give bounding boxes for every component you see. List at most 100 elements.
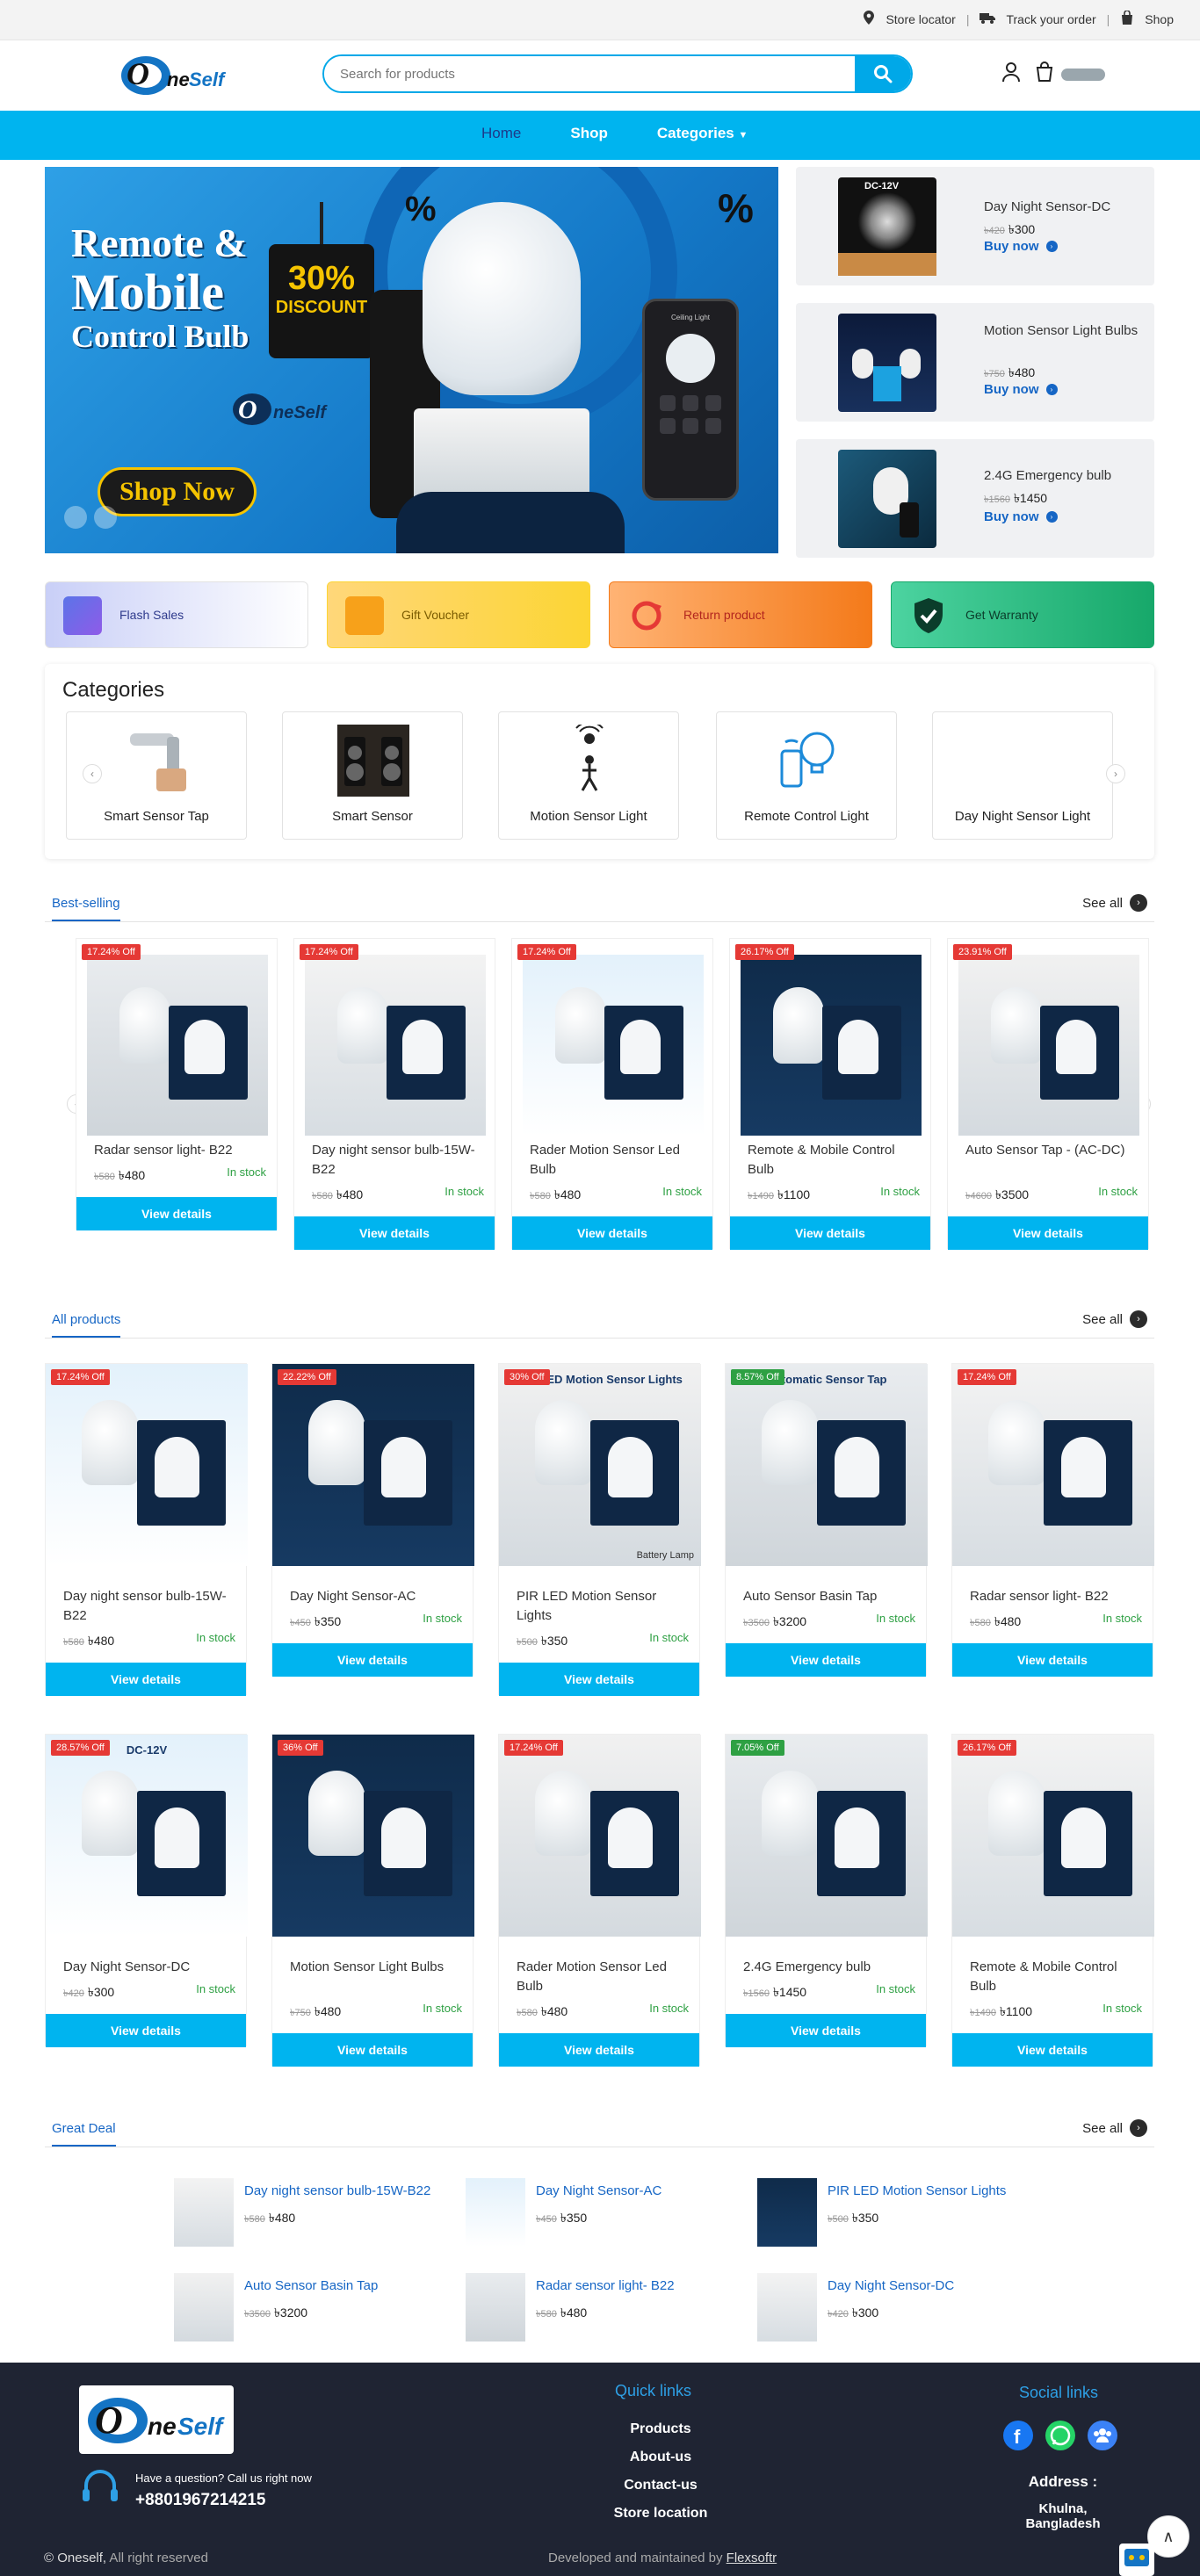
category-next-button[interactable]: › [1106, 764, 1125, 783]
arrow-right-icon: › [1045, 511, 1058, 523]
deal-item[interactable]: Day night sensor bulb-15W-B22 ৳580 ৳480 [174, 2178, 437, 2248]
product-card[interactable]: Automatic Sensor Tap 8.57% Off Auto Sens… [725, 1363, 928, 1677]
promo-flash-sales[interactable]: Flash Sales [45, 581, 308, 648]
nav-categories[interactable]: Categories ▼ [657, 125, 748, 142]
view-details-button[interactable]: View details [726, 2014, 926, 2047]
buy-now-link[interactable]: Buy now [984, 239, 1039, 254]
user-icon[interactable] [1001, 61, 1021, 87]
cart-icon[interactable] [1035, 61, 1054, 87]
category-card[interactable]: Motion Sensor Light [498, 711, 679, 840]
deal-item[interactable]: Radar sensor light- B22 ৳580 ৳480 [466, 2273, 729, 2343]
product-image [726, 1735, 928, 1937]
category-card[interactable]: Remote Control Light [716, 711, 897, 840]
section-title[interactable]: Best-selling [52, 896, 120, 921]
product-card[interactable]: 17.24% Off Radar sensor light- B22 ৳580 ৳… [951, 1363, 1154, 1677]
product-card[interactable]: 17.24% Off Rader Motion Sensor Led Bulb … [498, 1734, 701, 2067]
view-details-button[interactable]: View details [512, 1216, 712, 1250]
product-card[interactable]: 17.24% Off Radar sensor light- B22 ৳580 ৳… [76, 938, 278, 1230]
footer-link-about[interactable]: About-us [630, 2450, 691, 2464]
hero-banner[interactable]: Remote & Mobile Control Bulb 30% DISCOUN… [45, 167, 778, 553]
view-details-button[interactable]: View details [76, 1197, 277, 1230]
view-details-button[interactable]: View details [499, 1663, 699, 1696]
view-details-button[interactable]: View details [46, 1663, 246, 1696]
search-input[interactable] [324, 56, 855, 91]
view-details-button[interactable]: View details [294, 1216, 495, 1250]
whatsapp-icon[interactable] [1045, 2421, 1075, 2450]
featured-product-card[interactable]: 2.4G Emergency bulb ৳1560 ৳1450 Buy now › [796, 439, 1154, 558]
old-price: ৳580 [94, 1172, 115, 1182]
view-details-button[interactable]: View details [46, 2014, 246, 2047]
see-all-link[interactable]: See all › [1082, 894, 1147, 912]
section-title[interactable]: All products [52, 1312, 121, 1338]
discount-badge: 23.91% Off [953, 944, 1012, 960]
buy-now-link[interactable]: Buy now [984, 509, 1039, 524]
product-card[interactable]: 17.24% Off Day night sensor bulb-15W-B22… [293, 938, 495, 1250]
price: ৳1100 [999, 2004, 1033, 2018]
section-title: Categories [62, 678, 165, 702]
product-card[interactable]: 26.17% Off Remote & Mobile Control Bulb … [729, 938, 931, 1250]
footer-link-store-location[interactable]: Store location [614, 2506, 708, 2521]
featured-product-card[interactable]: Motion Sensor Light Bulbs ৳750 ৳480 Buy n… [796, 303, 1154, 422]
site-logo[interactable]: O ne Self [114, 47, 228, 100]
store-locator-link[interactable]: Store locator [886, 12, 955, 26]
product-image: DC-12V [838, 177, 936, 276]
view-details-button[interactable]: View details [948, 1216, 1148, 1250]
promo-return-product[interactable]: Return product [609, 581, 872, 648]
buy-now-link[interactable]: Buy now [984, 382, 1039, 397]
nav-shop[interactable]: Shop [570, 125, 608, 142]
tag-string [320, 202, 323, 246]
facebook-icon[interactable]: f [1003, 2421, 1033, 2450]
featured-product-card[interactable]: DC-12V Day Night Sensor-DC ৳420 ৳300 Buy … [796, 167, 1154, 285]
category-card[interactable]: Smart Sensor Tap [66, 711, 247, 840]
product-card[interactable]: 7.05% Off 2.4G Emergency bulb ৳1560 ৳1450… [725, 1734, 928, 2047]
section-title[interactable]: Great Deal [52, 2121, 116, 2147]
carousel-next-button[interactable] [94, 506, 117, 529]
see-all-link[interactable]: See all › [1082, 2119, 1147, 2137]
shop-link[interactable]: Shop [1145, 12, 1174, 26]
footer-link-contact[interactable]: Contact-us [624, 2478, 698, 2493]
caret-down-icon: ▼ [738, 130, 748, 141]
category-card[interactable]: Day Night Sensor Light [932, 711, 1113, 840]
footer-logo[interactable]: O ne Self [79, 2385, 234, 2454]
stock-status: In stock [876, 1612, 915, 1625]
product-card[interactable]: 36% Off Motion Sensor Light Bulbs ৳750 ৳4… [271, 1734, 474, 2067]
motion-sensor-icon [553, 721, 625, 797]
product-card[interactable]: 22.22% Off Day Night Sensor-AC ৳450 ৳350 … [271, 1363, 474, 1677]
product-card[interactable]: 23.91% Off Auto Sensor Tap - (AC-DC) ৳46… [947, 938, 1149, 1250]
promo-gift-voucher[interactable]: Gift Voucher [327, 581, 590, 648]
view-details-button[interactable]: View details [499, 2033, 699, 2067]
svg-text:O: O [127, 56, 149, 91]
old-price: ৳580 [530, 1191, 551, 1201]
view-details-button[interactable]: View details [272, 2033, 473, 2067]
promo-label: Gift Voucher [401, 608, 470, 622]
search-button[interactable] [855, 56, 911, 91]
deal-item[interactable]: Auto Sensor Basin Tap ৳3500 ৳3200 [174, 2273, 437, 2343]
deal-item[interactable]: PIR LED Motion Sensor Lights ৳500 ৳350 [757, 2178, 1021, 2248]
group-icon[interactable] [1088, 2421, 1117, 2450]
promo-get-warranty[interactable]: Get Warranty [891, 581, 1154, 648]
view-details-button[interactable]: View details [952, 1643, 1153, 1677]
product-card[interactable]: DC-12V 28.57% Off Day Night Sensor-DC ৳4… [45, 1734, 248, 2047]
old-price: ৳580 [536, 2309, 557, 2320]
deal-item[interactable]: Day Night Sensor-DC ৳420 ৳300 [757, 2273, 1021, 2343]
developer-link[interactable]: Flexsoftr [727, 2551, 777, 2565]
product-card[interactable]: 17.24% Off Day night sensor bulb-15W-B22… [45, 1363, 248, 1696]
view-details-button[interactable]: View details [952, 2033, 1153, 2067]
track-order-link[interactable]: Track your order [1006, 12, 1095, 26]
chat-widget-icon[interactable] [1119, 2544, 1154, 2576]
product-card[interactable]: PIR LED Motion Sensor Lights Battery Lam… [498, 1363, 701, 1696]
shop-now-button[interactable]: Shop Now [98, 467, 257, 516]
view-details-button[interactable]: View details [272, 1643, 473, 1677]
carousel-prev-button[interactable] [64, 506, 87, 529]
view-details-button[interactable]: View details [730, 1216, 930, 1250]
footer-link-products[interactable]: Products [630, 2421, 690, 2436]
product-card[interactable]: 26.17% Off Remote & Mobile Control Bulb … [951, 1734, 1154, 2067]
view-details-button[interactable]: View details [726, 1643, 926, 1677]
deal-item[interactable]: Day Night Sensor-AC ৳450 ৳350 [466, 2178, 729, 2248]
product-card[interactable]: 17.24% Off Rader Motion Sensor Led Bulb … [511, 938, 713, 1250]
product-image [952, 1735, 1154, 1937]
nav-home[interactable]: Home [481, 125, 521, 142]
footer-phone[interactable]: +8801967214215 [135, 2491, 265, 2510]
see-all-link[interactable]: See all › [1082, 1310, 1147, 1328]
category-card[interactable]: Smart Sensor [282, 711, 463, 840]
